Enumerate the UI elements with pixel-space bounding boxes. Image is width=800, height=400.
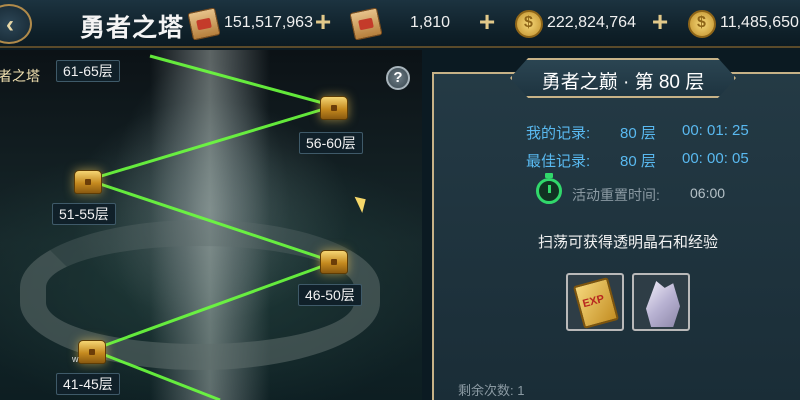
gold-coin-icon [515, 10, 543, 38]
path-segment [149, 54, 335, 108]
best-record-time: 00: 00: 05 [682, 150, 749, 167]
path-segment [87, 178, 335, 264]
stopwatch-icon [536, 173, 562, 204]
remaining-attempts: 剩余次数: 1 [458, 383, 525, 398]
treasure-chest-icon[interactable] [74, 170, 102, 194]
treasure-chest-icon[interactable] [78, 340, 106, 364]
transparent-crystal-icon [646, 281, 680, 327]
reward-slot-crystal[interactable] [632, 273, 690, 331]
my-record-floor: 80 层 [620, 125, 656, 142]
map-title: 者之塔 [0, 68, 40, 84]
treasure-chest-icon[interactable] [320, 250, 348, 274]
resource-value: 222,824,764 [547, 14, 636, 31]
treasure-chest-icon[interactable] [320, 96, 348, 120]
locked-coin-icon [688, 10, 716, 38]
resource-scroll: 151,517,963 + [187, 7, 340, 41]
reward-slot-exp[interactable]: EXP [566, 273, 624, 331]
panel-title-text: 勇者之巅 · 第 80 层 [541, 72, 705, 93]
back-button[interactable]: ‹ [0, 4, 32, 44]
resource-gold: 222,824,764 + [515, 8, 675, 38]
resource-value: 1,810 [410, 14, 451, 31]
page-title: 勇者之塔 [80, 14, 185, 42]
path-segment [87, 104, 335, 182]
exp-book-icon: EXP [572, 277, 620, 329]
scroll-icon [187, 7, 221, 41]
sweep-reward-text: 扫荡可获得透明晶石和经验 [538, 234, 719, 251]
add-locked-scroll-button[interactable]: + [476, 8, 498, 36]
panel-title: 勇者之巅 · 第 80 层 [510, 58, 736, 98]
exp-book-label: EXP [581, 292, 606, 311]
my-record-time: 00: 01: 25 [682, 122, 749, 139]
resource-locked-gold: 11,485,650 [688, 10, 800, 38]
path-segment [91, 260, 335, 352]
tower-map: 者之塔 ? 61-65层 56-60层 51-55层 46-50层 w 41-4… [0, 50, 422, 400]
floor-path [87, 54, 335, 400]
top-bar: ‹ 勇者之塔 151,517,963 + 1,810 + 222,824,764… [0, 0, 800, 48]
reset-time-label: 活动重置时间: [572, 187, 660, 203]
locked-scroll-icon [349, 7, 383, 41]
add-gold-button[interactable]: + [649, 8, 671, 36]
floor-label-51-55[interactable]: 51-55层 [52, 203, 116, 225]
my-record-label: 我的记录: [526, 125, 591, 142]
resource-value: 11,485,650 [720, 14, 799, 31]
resource-value: 151,517,963 [224, 14, 313, 31]
floor-label-41-45[interactable]: 41-45层 [56, 373, 120, 395]
reset-time-value: 06:00 [690, 185, 726, 201]
resource-locked-scroll: 1,810 + [349, 7, 502, 41]
help-button[interactable]: ? [386, 66, 410, 90]
floor-label-56-60[interactable]: 56-60层 [299, 132, 363, 154]
best-record-floor: 80 层 [620, 153, 656, 170]
best-record-label: 最佳记录: [526, 153, 591, 170]
floor-label-61-65[interactable]: 61-65层 [56, 60, 120, 82]
add-scroll-button[interactable]: + [312, 8, 334, 36]
watermark: w [72, 354, 79, 364]
floor-label-46-50[interactable]: 46-50层 [298, 284, 362, 306]
back-arrow-icon: ‹ [6, 11, 14, 38]
